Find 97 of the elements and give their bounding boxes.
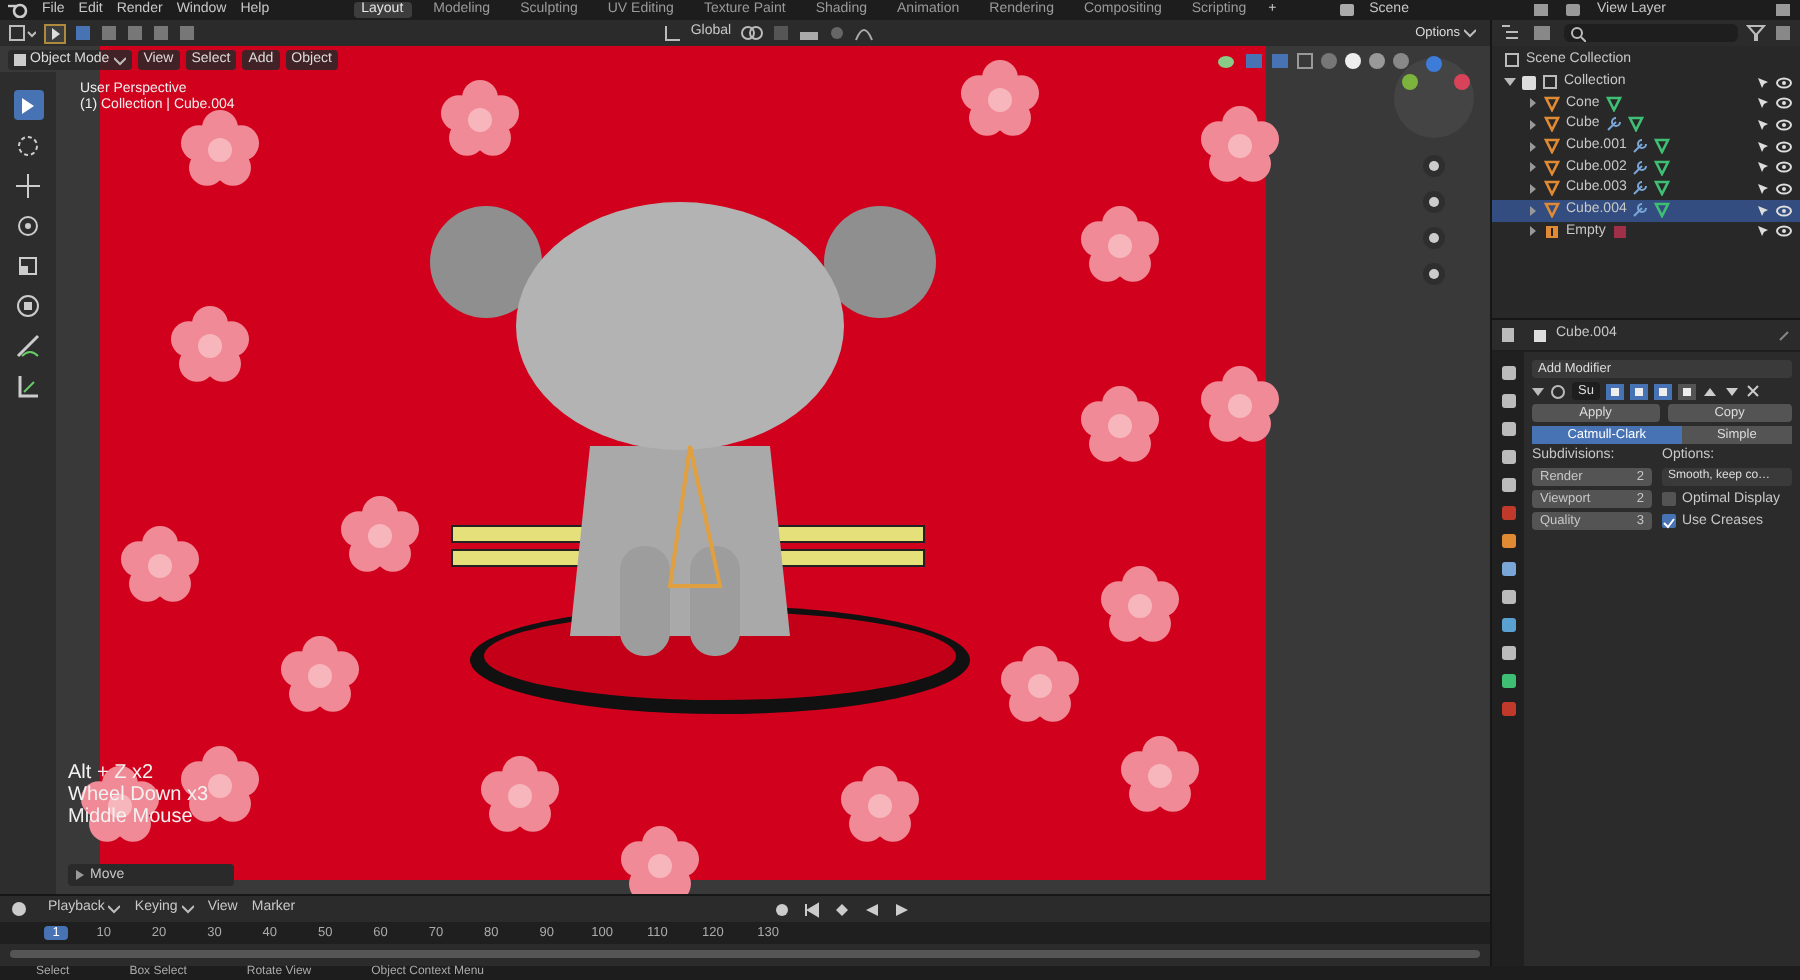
- keyframe-back-icon[interactable]: [833, 901, 850, 917]
- editor-type-icon[interactable]: [8, 24, 36, 42]
- modifier-tab-icon[interactable]: [1499, 560, 1517, 578]
- flower-drawing: [1081, 386, 1159, 462]
- render-tab-icon[interactable]: [1499, 392, 1517, 410]
- eye-icon[interactable]: [1776, 75, 1792, 90]
- pin-icon[interactable]: [1776, 327, 1792, 343]
- proportional-edit-icon[interactable]: [827, 24, 846, 42]
- checkbox[interactable]: [1662, 514, 1676, 529]
- logo-icon[interactable]: [8, 2, 28, 18]
- eye-icon[interactable]: [1776, 181, 1792, 196]
- flower-drawing: [121, 526, 199, 602]
- orientation-icon[interactable]: [664, 24, 683, 42]
- flower-drawing: [341, 496, 419, 572]
- chevron-icon: [113, 55, 126, 65]
- move-down-icon[interactable]: [1723, 383, 1740, 399]
- editor-type-icon[interactable]: [1500, 24, 1524, 42]
- collection-icon: [1504, 52, 1520, 69]
- eye-icon[interactable]: [1776, 203, 1792, 218]
- constraint-tab-icon[interactable]: [1499, 644, 1517, 662]
- filter-icon[interactable]: [1746, 24, 1766, 42]
- move-tool-icon: [14, 171, 42, 199]
- collection-icon: [1542, 74, 1558, 91]
- move-up-icon[interactable]: [1701, 383, 1718, 399]
- eye-icon[interactable]: [1776, 96, 1792, 111]
- search-field[interactable]: [1564, 24, 1738, 42]
- material-tab-icon[interactable]: [1499, 700, 1517, 718]
- flower-drawing: [1121, 736, 1199, 812]
- annotate-tool-icon: [14, 331, 42, 359]
- axis-gizmo-icon[interactable]: [1390, 54, 1478, 142]
- tool-button[interactable]: [13, 330, 43, 360]
- visibility-icon[interactable]: [1216, 52, 1238, 70]
- xray-icon[interactable]: [1296, 52, 1314, 70]
- output-tab-icon[interactable]: [1499, 420, 1517, 438]
- tool-tab-icon[interactable]: [1499, 364, 1517, 382]
- jump-start-icon[interactable]: [803, 901, 820, 917]
- tool-button[interactable]: [13, 170, 43, 200]
- physics-tab-icon[interactable]: [1499, 616, 1517, 634]
- tool-button[interactable]: [13, 290, 43, 320]
- data-tab-icon[interactable]: [1499, 672, 1517, 690]
- view-layer-tab-icon[interactable]: [1499, 448, 1517, 466]
- ruler-tool-icon: [14, 371, 42, 399]
- tool-button[interactable]: [13, 90, 43, 120]
- cursor-tool-icon[interactable]: [44, 23, 66, 43]
- flower-drawing: [1201, 106, 1279, 182]
- eye-icon[interactable]: [1776, 160, 1792, 175]
- overlay-icon[interactable]: [1270, 52, 1290, 70]
- tool-button[interactable]: [13, 210, 43, 240]
- search-icon: [1570, 25, 1586, 41]
- record-icon[interactable]: [773, 901, 790, 917]
- play-icon[interactable]: [893, 901, 910, 917]
- eye-icon[interactable]: [1776, 117, 1792, 132]
- check-icon: [1662, 516, 1676, 531]
- checkbox[interactable]: [1662, 492, 1676, 507]
- particles-tab-icon[interactable]: [1499, 588, 1517, 606]
- object-mode-icon: [14, 54, 26, 66]
- scale-tool-icon: [14, 251, 42, 279]
- flower-drawing: [281, 636, 359, 712]
- close-icon[interactable]: [1745, 384, 1760, 398]
- flower-drawing: [1081, 206, 1159, 282]
- flower-drawing: [1201, 366, 1279, 442]
- eye-icon[interactable]: [1776, 139, 1792, 154]
- constraint-icon: [1611, 223, 1628, 240]
- tool-button[interactable]: [13, 370, 43, 400]
- object-tab-icon[interactable]: [1499, 532, 1517, 550]
- scene-tab-icon[interactable]: [1499, 476, 1517, 494]
- flower-drawing: [961, 60, 1039, 136]
- checkbox[interactable]: [1522, 75, 1536, 90]
- chevron-icon: [1464, 28, 1476, 38]
- edit-mode-icon[interactable]: [1653, 383, 1672, 399]
- flower-drawing: [481, 756, 559, 832]
- collapse-icon[interactable]: [1532, 385, 1544, 397]
- cage-icon[interactable]: [1677, 383, 1696, 399]
- pivot-icon[interactable]: [739, 24, 764, 42]
- timeline-scrollbar[interactable]: [10, 950, 1480, 958]
- flower-drawing: [441, 80, 519, 156]
- falloff-icon[interactable]: [853, 24, 874, 42]
- flower-drawing: [171, 306, 249, 382]
- flower-drawing: [1101, 566, 1179, 642]
- display-mode-icon[interactable]: [1532, 24, 1556, 42]
- disclosure-icon[interactable]: [1504, 76, 1516, 89]
- transform-tool-icon: [14, 291, 42, 319]
- rotate-tool-icon: [14, 211, 42, 239]
- display-icon[interactable]: [1629, 383, 1648, 399]
- subdivision-icon: [1550, 383, 1566, 399]
- flower-drawing: [841, 766, 919, 842]
- cursor-tool-icon: [14, 131, 42, 159]
- tool-button[interactable]: [13, 130, 43, 160]
- flower-drawing: [1001, 646, 1079, 722]
- object-icon: [1532, 327, 1548, 343]
- empty-object-icon: [1544, 223, 1560, 240]
- play-reverse-icon[interactable]: [863, 901, 880, 917]
- eye-icon[interactable]: [1776, 224, 1792, 239]
- world-tab-icon[interactable]: [1499, 504, 1517, 522]
- flower-drawing: [181, 110, 259, 186]
- new-collection-icon[interactable]: [1774, 24, 1792, 42]
- disclosure-icon: [76, 870, 84, 880]
